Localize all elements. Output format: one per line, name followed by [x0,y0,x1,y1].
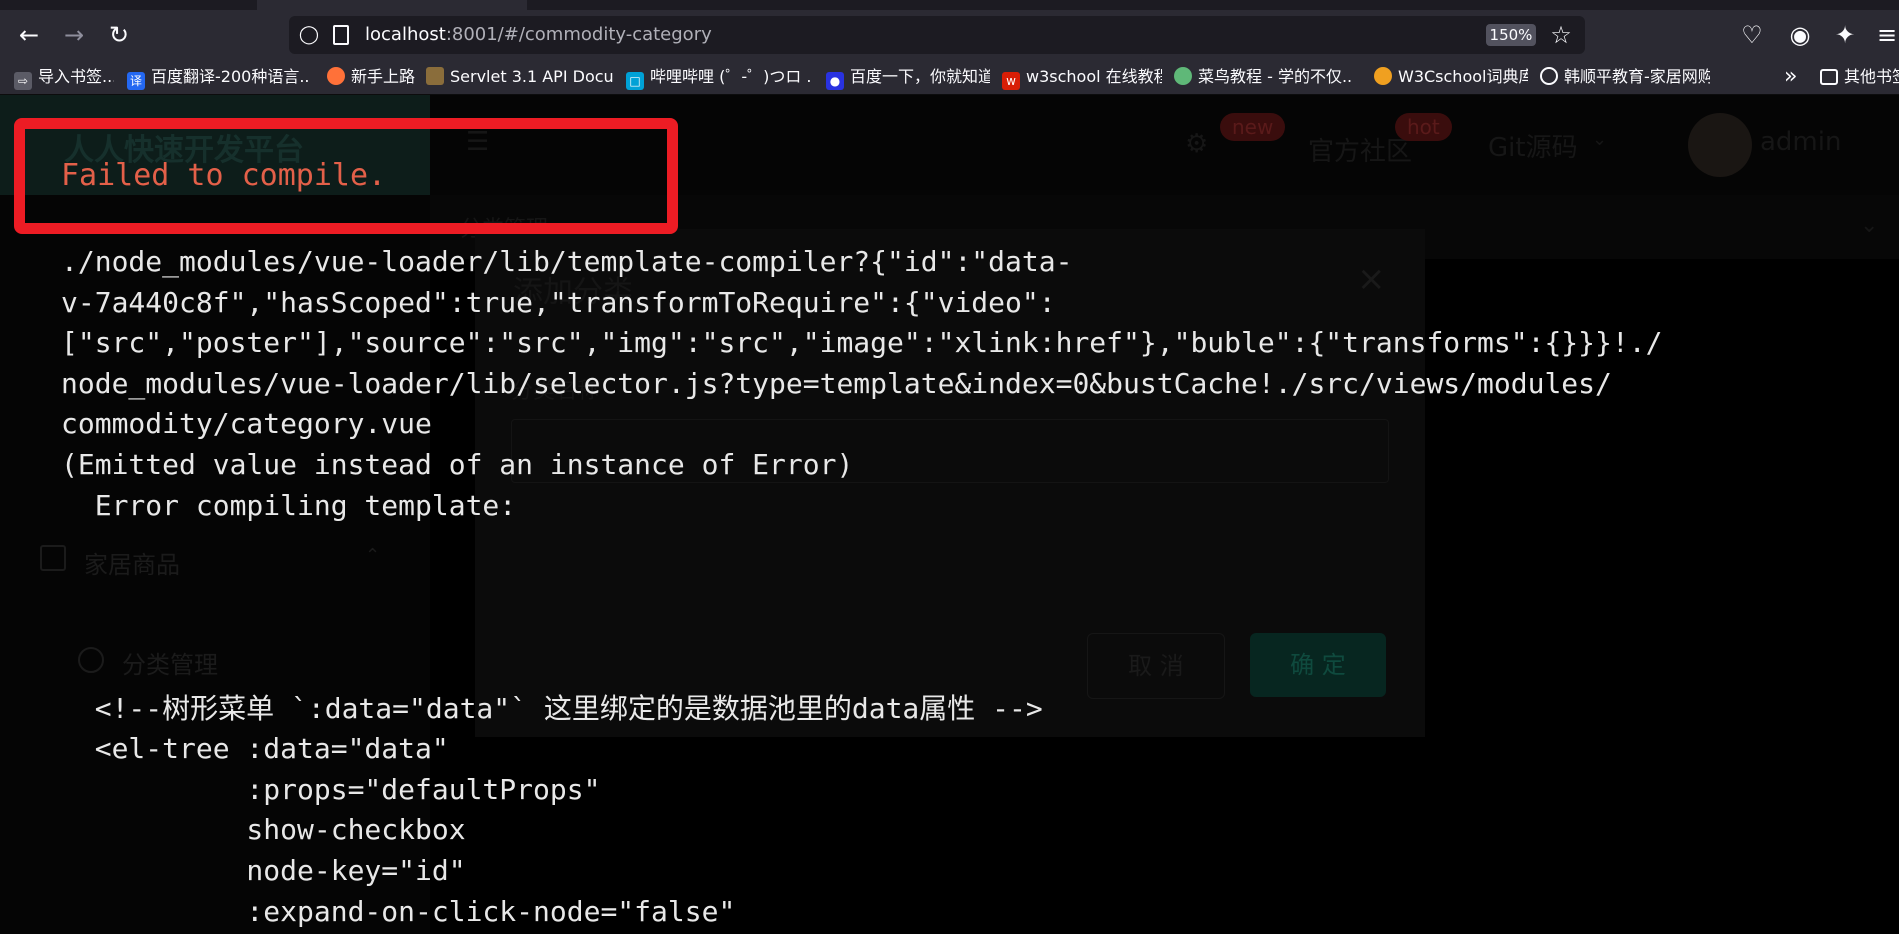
bookmark-item[interactable]: □ 哔哩哔哩 (゜-゜)つロ ... [626,60,810,94]
other-bookmarks-label: 其他书签 [1844,67,1899,86]
bookmark-label: 韩顺平教育-家居网购 [1564,67,1710,86]
runoob-icon [1174,67,1192,85]
avatar[interactable] [1688,113,1752,177]
gear-icon[interactable]: ⚙ [1185,129,1208,159]
error-line: (Emitted value instead of an instance of… [61,447,854,481]
error-title: Failed to compile. [61,158,387,193]
globe-icon [1540,67,1558,85]
baidu-icon: ● [826,72,844,90]
git-dropdown[interactable]: Git源码 [1488,127,1578,164]
account-icon[interactable]: ◉ [1783,18,1817,52]
chevron-down-icon[interactable]: ⌄ [1860,213,1878,238]
bookmark-item[interactable]: 菜鸟教程 - 学的不仅... [1174,60,1352,94]
error-line: :expand-on-click-node="false" [61,894,736,928]
error-line: show-checkbox [61,813,466,847]
new-badge: new [1220,113,1286,141]
hot-badge: hot [1395,113,1452,141]
back-arrow-icon[interactable]: ← [12,18,46,52]
bookmark-item[interactable]: 韩顺平教育-家居网购 [1540,60,1710,94]
overflow-chevron-icon[interactable]: » [1784,60,1808,94]
chevron-down-icon: ⌄ [1592,129,1608,150]
error-line: ["src","poster"],"source":"src","img":"s… [61,326,1663,360]
error-line: commodity/category.vue [61,407,432,441]
bookmark-label: w3school 在线教程 [1026,67,1162,86]
bookmark-item[interactable]: 新手上路 [327,60,427,94]
folder-icon [1820,69,1838,85]
bookmark-label: 哔哩哔哩 (゜-゜)つロ ... [650,67,810,86]
error-message: ./node_modules/vue-loader/lib/template-c… [61,242,1662,932]
error-line: <!--树形菜单 `:data="data"` 这里绑定的是数据池里的data属… [61,691,1043,725]
bilibili-icon: □ [626,72,644,90]
extensions-icon[interactable]: ✦ [1828,18,1862,52]
bookmark-label: Servlet 3.1 API Docu... [450,67,614,86]
community-link[interactable]: 官方社区 [1308,131,1412,168]
bookmark-item[interactable]: ⇨ 导入书签... [14,60,114,94]
username[interactable]: admin [1760,127,1841,157]
bookmark-item[interactable]: w w3school 在线教程 [1002,60,1162,94]
url-host: localhost [365,24,446,45]
firefox-icon [327,67,345,85]
bookmark-label: W3Cschool词典库 [1398,67,1528,86]
bookmark-item[interactable]: ● 百度一下，你就知道 [826,60,990,94]
tab-strip [0,0,1899,10]
bookmark-item[interactable]: W3Cschool词典库 [1374,60,1528,94]
error-line: v-7a440c8f","hasScoped":true,"transformT… [61,285,1056,319]
bookmark-label: 百度翻译-200种语言... [151,67,309,86]
bookmarks-toolbar: ⇨ 导入书签... 译百度翻译-200种语言... 新手上路 Servlet 3.… [0,60,1899,95]
shield-icon[interactable]: ◯ [297,23,321,47]
bookmark-star-icon[interactable]: ☆ [1547,21,1575,49]
w3school-icon: w [1002,72,1020,90]
import-icon: ⇨ [14,72,32,90]
url-text[interactable]: localhost:8001/#/commodity-category [365,16,712,54]
bookmark-label: 百度一下，你就知道 [850,67,990,86]
bookmark-label: 导入书签... [38,67,114,86]
bookmark-label: 菜鸟教程 - 学的不仅... [1198,67,1352,86]
reload-icon[interactable]: ↻ [102,18,136,52]
other-bookmarks-folder[interactable]: 其他书签 [1820,60,1899,94]
bookmark-label: 新手上路 [351,67,416,86]
error-line: :props="defaultProps" [61,772,601,806]
baidu-translate-icon: 译 [127,72,145,90]
bookmark-item[interactable]: Servlet 3.1 API Docu... [426,60,614,94]
navigation-toolbar: ← → ↻ ◯ localhost:8001/#/commodity-categ… [0,10,1899,60]
zoom-level-badge[interactable]: 150% [1486,24,1536,46]
bookmark-item[interactable]: 译百度翻译-200种语言... [127,60,309,94]
w3cschool-icon [1374,67,1392,85]
error-line: node-key="id" [61,853,466,887]
pocket-icon[interactable]: ♡ [1735,18,1769,52]
error-line: <el-tree :data="data" [61,732,449,766]
active-tab[interactable] [257,0,527,10]
error-line: ./node_modules/vue-loader/lib/template-c… [61,245,1073,278]
forward-arrow-icon[interactable]: → [57,18,91,52]
document-icon [426,67,444,85]
url-path: :8001/#/commodity-category [445,24,712,45]
address-bar[interactable]: ◯ localhost:8001/#/commodity-category 15… [289,16,1585,54]
error-line: node_modules/vue-loader/lib/selector.js?… [61,366,1612,400]
error-line: Error compiling template: [61,488,517,522]
menu-icon[interactable]: ≡ [1870,18,1899,52]
page-icon[interactable] [333,25,349,45]
